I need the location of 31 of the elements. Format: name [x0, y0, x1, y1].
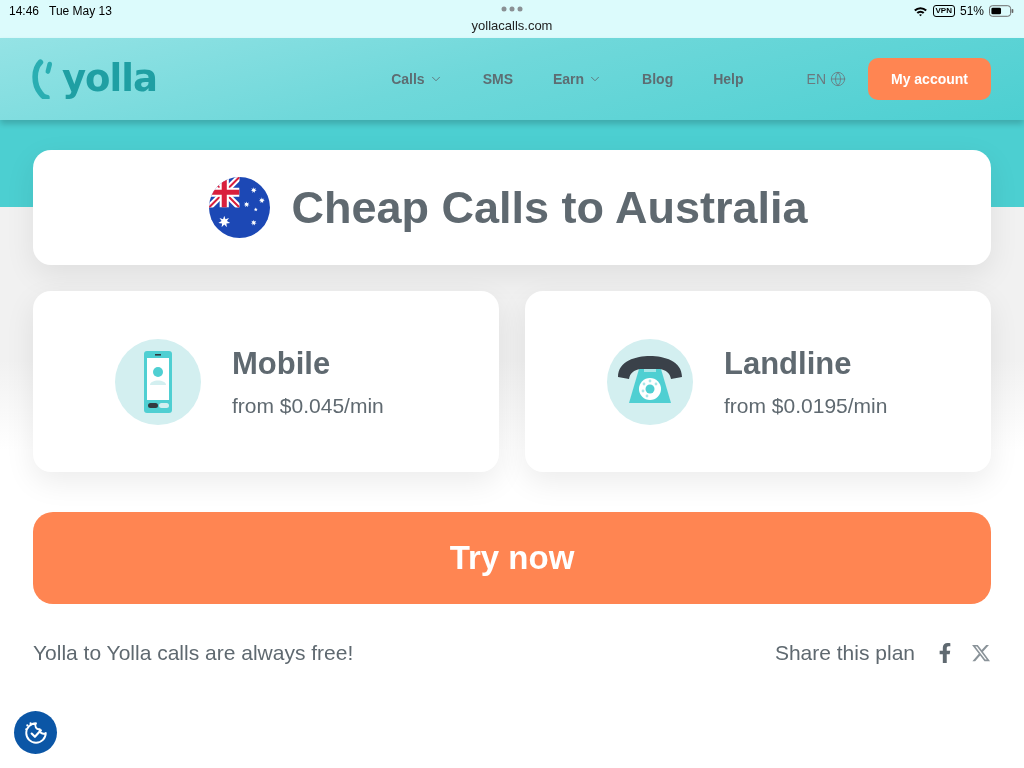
plan-price: from $0.045/min — [232, 392, 384, 419]
nav-link[interactable]: Blog — [642, 68, 674, 90]
desk-telephone-icon — [607, 338, 693, 425]
vpn-indicator: VPN — [932, 5, 955, 17]
nav-link[interactable]: SMS — [482, 68, 513, 90]
free-calls-note: Yolla to Yolla calls are always free! — [33, 640, 354, 666]
more-dots-icon — [501, 6, 523, 12]
nav-link[interactable]: Calls — [391, 68, 443, 90]
logo-text[interactable]: yolla — [62, 59, 157, 99]
account-button[interactable]: My account — [868, 58, 991, 100]
x-logo-icon — [971, 643, 991, 663]
plan-price: from $0.0195/min — [724, 392, 888, 419]
plan-name: Landline — [724, 344, 853, 383]
status-time: 14:46 — [9, 3, 40, 20]
url-text[interactable]: yollacalls.com — [0, 18, 1024, 34]
status-date: Tue May 13 — [49, 3, 112, 20]
nav-link[interactable]: Earn — [552, 68, 603, 90]
page-title: Cheap Calls to Australia — [291, 180, 808, 235]
language-selector[interactable]: EN — [806, 68, 846, 90]
battery-percent: 51% — [959, 3, 984, 20]
globe-icon — [830, 71, 846, 87]
nav-link[interactable]: Help — [713, 68, 744, 90]
plan-name: Mobile — [232, 344, 332, 383]
battery-icon — [989, 5, 1014, 17]
mobile-phone-icon — [115, 338, 201, 425]
cookie-check-icon — [22, 719, 49, 746]
try-now-button[interactable]: Try now — [33, 512, 991, 604]
share-label: Share this plan — [774, 640, 915, 666]
x-link[interactable] — [971, 643, 991, 663]
australia-flag-icon — [208, 177, 270, 238]
wifi-icon — [912, 5, 928, 17]
